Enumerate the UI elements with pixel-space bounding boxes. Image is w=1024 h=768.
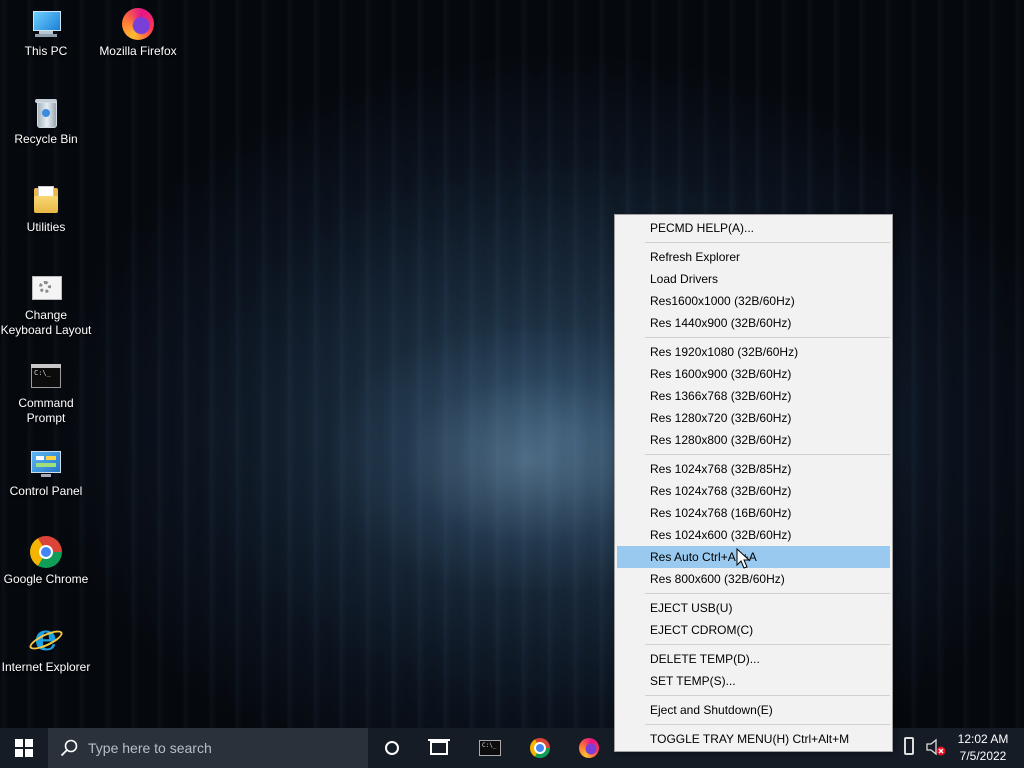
menu-item-refresh-explorer[interactable]: Refresh Explorer — [617, 246, 890, 268]
desktop-icon-google-chrome[interactable]: Google Chrome — [0, 536, 92, 587]
command-prompt-icon: C:\_ — [30, 360, 62, 392]
desktop-icon-internet-explorer[interactable]: e Internet Explorer — [0, 620, 92, 675]
menu-separator — [645, 337, 890, 338]
desktop-icon-this-pc[interactable]: This PC — [0, 8, 92, 59]
menu-separator — [645, 242, 890, 243]
cortana-button[interactable] — [368, 728, 416, 768]
windows-logo-icon — [15, 739, 33, 757]
menu-item-res-auto[interactable]: Res Auto Ctrl+Alt+A — [617, 546, 890, 568]
taskbar-clock[interactable]: 12:02 AM 7/5/2022 — [952, 728, 1014, 768]
control-panel-icon — [30, 448, 62, 480]
desktop-icon-control-panel[interactable]: Control Panel — [0, 448, 92, 499]
menu-item-eject-usb[interactable]: EJECT USB(U) — [617, 597, 890, 619]
menu-item-pecmd-help[interactable]: PECMD HELP(A)... — [617, 217, 890, 239]
start-button[interactable] — [0, 728, 48, 768]
desktop-icon-label: Recycle Bin — [14, 132, 78, 146]
menu-item-set-temp[interactable]: SET TEMP(S)... — [617, 670, 890, 692]
menu-item-eject-and-shutdown[interactable]: Eject and Shutdown(E) — [617, 699, 890, 721]
taskbar-chrome[interactable] — [516, 728, 564, 768]
menu-item-eject-cdrom[interactable]: EJECT CDROM(C) — [617, 619, 890, 641]
recycle-bin-icon — [30, 96, 62, 128]
menu-item-res-1440x900[interactable]: Res 1440x900 (32B/60Hz) — [617, 312, 890, 334]
desktop-icon-label: Google Chrome — [3, 572, 89, 586]
desktop-icon-command-prompt[interactable]: C:\_ Command Prompt — [0, 360, 92, 426]
menu-item-res-1280x800[interactable]: Res 1280x800 (32B/60Hz) — [617, 429, 890, 451]
desktop-icon-firefox[interactable]: Mozilla Firefox — [92, 8, 184, 59]
cortana-icon — [385, 741, 399, 755]
desktop-icon-recycle-bin[interactable]: Recycle Bin — [0, 96, 92, 147]
menu-separator — [645, 454, 890, 455]
task-view-button[interactable] — [416, 728, 464, 768]
firefox-icon — [122, 8, 154, 40]
menu-item-res-1920x1080[interactable]: Res 1920x1080 (32B/60Hz) — [617, 341, 890, 363]
menu-separator — [645, 695, 890, 696]
clock-time: 12:02 AM — [957, 732, 1009, 746]
search-icon — [60, 739, 78, 757]
menu-separator — [645, 593, 890, 594]
usb-icon[interactable] — [904, 737, 914, 755]
desktop-icon-label: This PC — [24, 44, 68, 58]
menu-item-toggle-tray-menu[interactable]: TOGGLE TRAY MENU(H) Ctrl+Alt+M — [617, 728, 890, 750]
internet-explorer-icon: e — [27, 620, 65, 656]
menu-item-res-1366x768[interactable]: Res 1366x768 (32B/60Hz) — [617, 385, 890, 407]
firefox-icon — [579, 738, 599, 758]
menu-item-res-1600x1000[interactable]: Res1600x1000 (32B/60Hz) — [617, 290, 890, 312]
keyboard-settings-icon — [30, 272, 62, 304]
desktop-icon-label: Internet Explorer — [1, 660, 91, 674]
menu-item-res-800x600[interactable]: Res 800x600 (32B/60Hz) — [617, 568, 890, 590]
menu-item-res-1024x768-85hz[interactable]: Res 1024x768 (32B/85Hz) — [617, 458, 890, 480]
menu-separator — [645, 644, 890, 645]
folder-icon — [30, 184, 62, 216]
menu-separator — [645, 724, 890, 725]
menu-item-res-1024x600[interactable]: Res 1024x600 (32B/60Hz) — [617, 524, 890, 546]
taskbar-command-prompt[interactable]: C:\_ — [466, 728, 514, 768]
this-pc-icon — [30, 8, 62, 40]
taskbar-firefox[interactable] — [565, 728, 613, 768]
desktop-icon-label: Control Panel — [9, 484, 83, 498]
desktop-icon-utilities[interactable]: Utilities — [0, 184, 92, 235]
menu-item-res-1024x768-32b[interactable]: Res 1024x768 (32B/60Hz) — [617, 480, 890, 502]
tray-context-menu: PECMD HELP(A)... Refresh Explorer Load D… — [614, 214, 893, 752]
chrome-icon — [30, 536, 62, 568]
search-placeholder: Type here to search — [88, 740, 212, 756]
menu-item-load-drivers[interactable]: Load Drivers — [617, 268, 890, 290]
clock-date: 7/5/2022 — [959, 749, 1007, 763]
desktop-icon-label: Command Prompt — [18, 396, 74, 425]
desktop-icon-change-keyboard-layout[interactable]: Change Keyboard Layout — [0, 272, 92, 338]
menu-item-res-1600x900[interactable]: Res 1600x900 (32B/60Hz) — [617, 363, 890, 385]
desktop-icon-label: Mozilla Firefox — [99, 44, 177, 58]
menu-item-res-1280x720[interactable]: Res 1280x720 (32B/60Hz) — [617, 407, 890, 429]
desktop-icon-label: Utilities — [26, 220, 66, 234]
menu-item-delete-temp[interactable]: DELETE TEMP(D)... — [617, 648, 890, 670]
desktop-icon-label: Change Keyboard Layout — [0, 308, 92, 337]
menu-item-res-1024x768-16b[interactable]: Res 1024x768 (16B/60Hz) — [617, 502, 890, 524]
search-box[interactable]: Type here to search — [48, 728, 368, 768]
volume-muted-icon[interactable] — [926, 738, 946, 756]
